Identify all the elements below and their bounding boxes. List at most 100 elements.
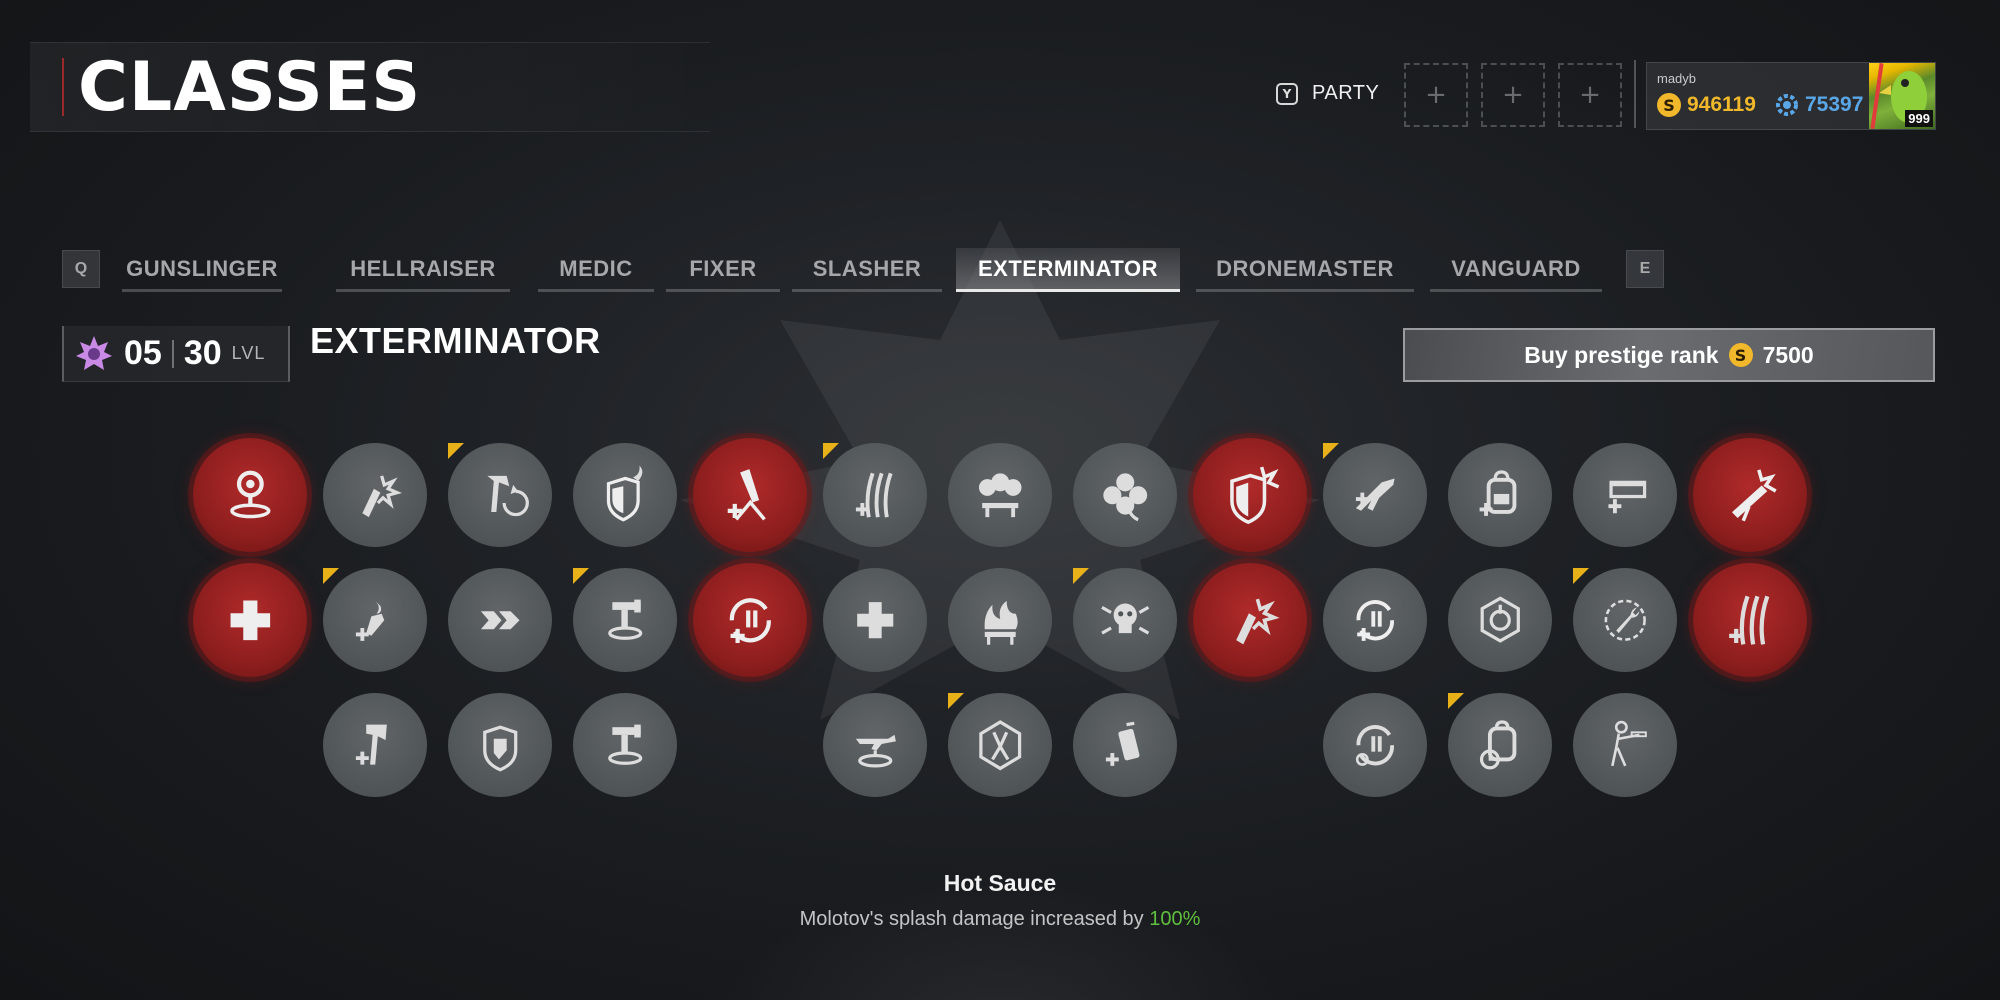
next-tab-key[interactable]: E [1626,250,1664,288]
clover-icon [1103,473,1147,521]
cross-icon [856,601,894,639]
tab-medic[interactable]: MEDIC [538,248,654,292]
skill-name: Hot Sauce [943,870,1057,896]
level-label: LVL [231,343,266,363]
skill-desc-text: Molotov's splash damage increased by [799,908,1150,930]
skill-node[interactable] [193,563,307,677]
credits-icon: S [1657,93,1681,117]
claw-plus-icon [1728,595,1769,645]
prev-tab-key[interactable]: Q [62,250,100,288]
skull-burst-icon [1100,603,1150,635]
prestige-cost: 7500 [1762,341,1814,368]
skill-node[interactable] [693,438,807,552]
new-skill-marker [1448,693,1464,709]
party-button[interactable]: Y PARTY [1276,82,1379,105]
prestige-rank: 05 [124,334,162,372]
skill-node[interactable] [448,693,552,797]
backpack-timer-icon [1479,720,1517,770]
soldier-aim-icon [1610,720,1647,767]
skill-node[interactable] [1073,693,1177,797]
shield-burst-icon [1229,466,1279,524]
party-slot-2[interactable]: + [1481,63,1545,127]
target-pin-icon [229,470,271,518]
shield-hand-icon [482,725,518,772]
tokens-value: 75397 [1805,93,1864,116]
skill-node[interactable] [1448,568,1552,672]
tokens-display: 75397 [1775,93,1863,117]
reload-target-icon [1355,724,1394,766]
skill-description: Molotov's splash damage increased by 100… [0,908,2000,931]
party-label: PARTY [1312,82,1380,104]
skill-node[interactable] [1693,438,1807,552]
new-skill-marker [1573,568,1589,584]
tab-hellraiser[interactable]: HELLRAISER [336,248,510,292]
username: madyb [1657,71,1697,86]
credits-value: 946119 [1687,93,1756,116]
player-level: 999 [1905,110,1933,127]
new-skill-marker [1073,568,1089,584]
launcher-burst-icon [1731,469,1777,522]
party-slot-1[interactable]: + [1404,63,1468,127]
wrench-cycle-icon [1604,599,1646,641]
new-skill-marker [448,443,464,459]
buy-prestige-button[interactable]: Buy prestige rank S 7500 [1403,328,1935,382]
new-skill-marker [1323,443,1339,459]
skill-node[interactable] [193,438,307,552]
skill-node[interactable] [1448,443,1552,547]
reload-plus-icon [729,597,771,643]
skill-node[interactable] [448,568,552,672]
tab-slasher[interactable]: SLASHER [792,248,942,292]
ammo-box-plus-icon [1608,480,1646,514]
canister-plus-icon [1105,721,1140,766]
rifle-plus-icon [1355,478,1395,511]
skill-node[interactable] [1573,443,1677,547]
tab-exterminator[interactable]: EXTERMINATOR [956,248,1180,292]
skill-node[interactable] [323,443,427,547]
molotov-burst-icon [1235,598,1280,645]
skill-node[interactable] [1693,563,1807,677]
rifle-drop-icon [855,734,896,768]
skill-node[interactable] [948,568,1052,672]
skill-node[interactable] [1573,693,1677,797]
tab-dronemaster[interactable]: DRONEMASTER [1196,248,1414,292]
skill-node[interactable] [1073,443,1177,547]
class-level: 30 [183,334,222,372]
tab-fixer[interactable]: FIXER [666,248,780,292]
chevrons-icon [480,610,520,630]
new-skill-marker [573,568,589,584]
tab-vanguard[interactable]: VANGUARD [1430,248,1602,292]
credits-display: S 946119 [1657,93,1756,117]
skill-node[interactable] [948,443,1052,547]
skill-node[interactable] [1193,438,1307,552]
skill-node[interactable] [323,693,427,797]
skill-node[interactable] [1193,563,1307,677]
shield-flame-icon [606,465,643,522]
avatar: 999 [1869,63,1935,129]
skill-node[interactable] [573,693,677,797]
skill-node[interactable] [1323,568,1427,672]
mortar-plus-icon [727,468,766,521]
turret-icon [607,599,643,640]
turret-icon [607,724,643,765]
hex-target-icon [1480,596,1520,643]
medkit-icon [230,600,270,640]
axe-plus-icon [355,724,387,765]
skill-node[interactable] [1323,693,1427,797]
gear-token-icon [1775,93,1799,117]
level-separator [171,339,174,368]
skill-node[interactable] [823,568,927,672]
triple-skull-icon [978,473,1022,517]
hex-pliers-icon [979,719,1021,771]
tab-gunslinger[interactable]: GUNSLINGER [122,248,282,292]
party-slot-3[interactable]: + [1558,63,1622,127]
fire-pit-icon [984,600,1018,645]
player-profile[interactable]: madyb S 946119 75397 999 [1646,62,1936,130]
axe-refresh-icon [487,475,529,516]
class-name: EXTERMINATOR [310,320,601,361]
torch-plus-icon [355,600,385,641]
skill-node[interactable] [573,443,677,547]
skill-node[interactable] [693,563,807,677]
new-skill-marker [323,568,339,584]
molotov-burst-icon [362,475,402,517]
skill-node[interactable] [823,693,927,797]
